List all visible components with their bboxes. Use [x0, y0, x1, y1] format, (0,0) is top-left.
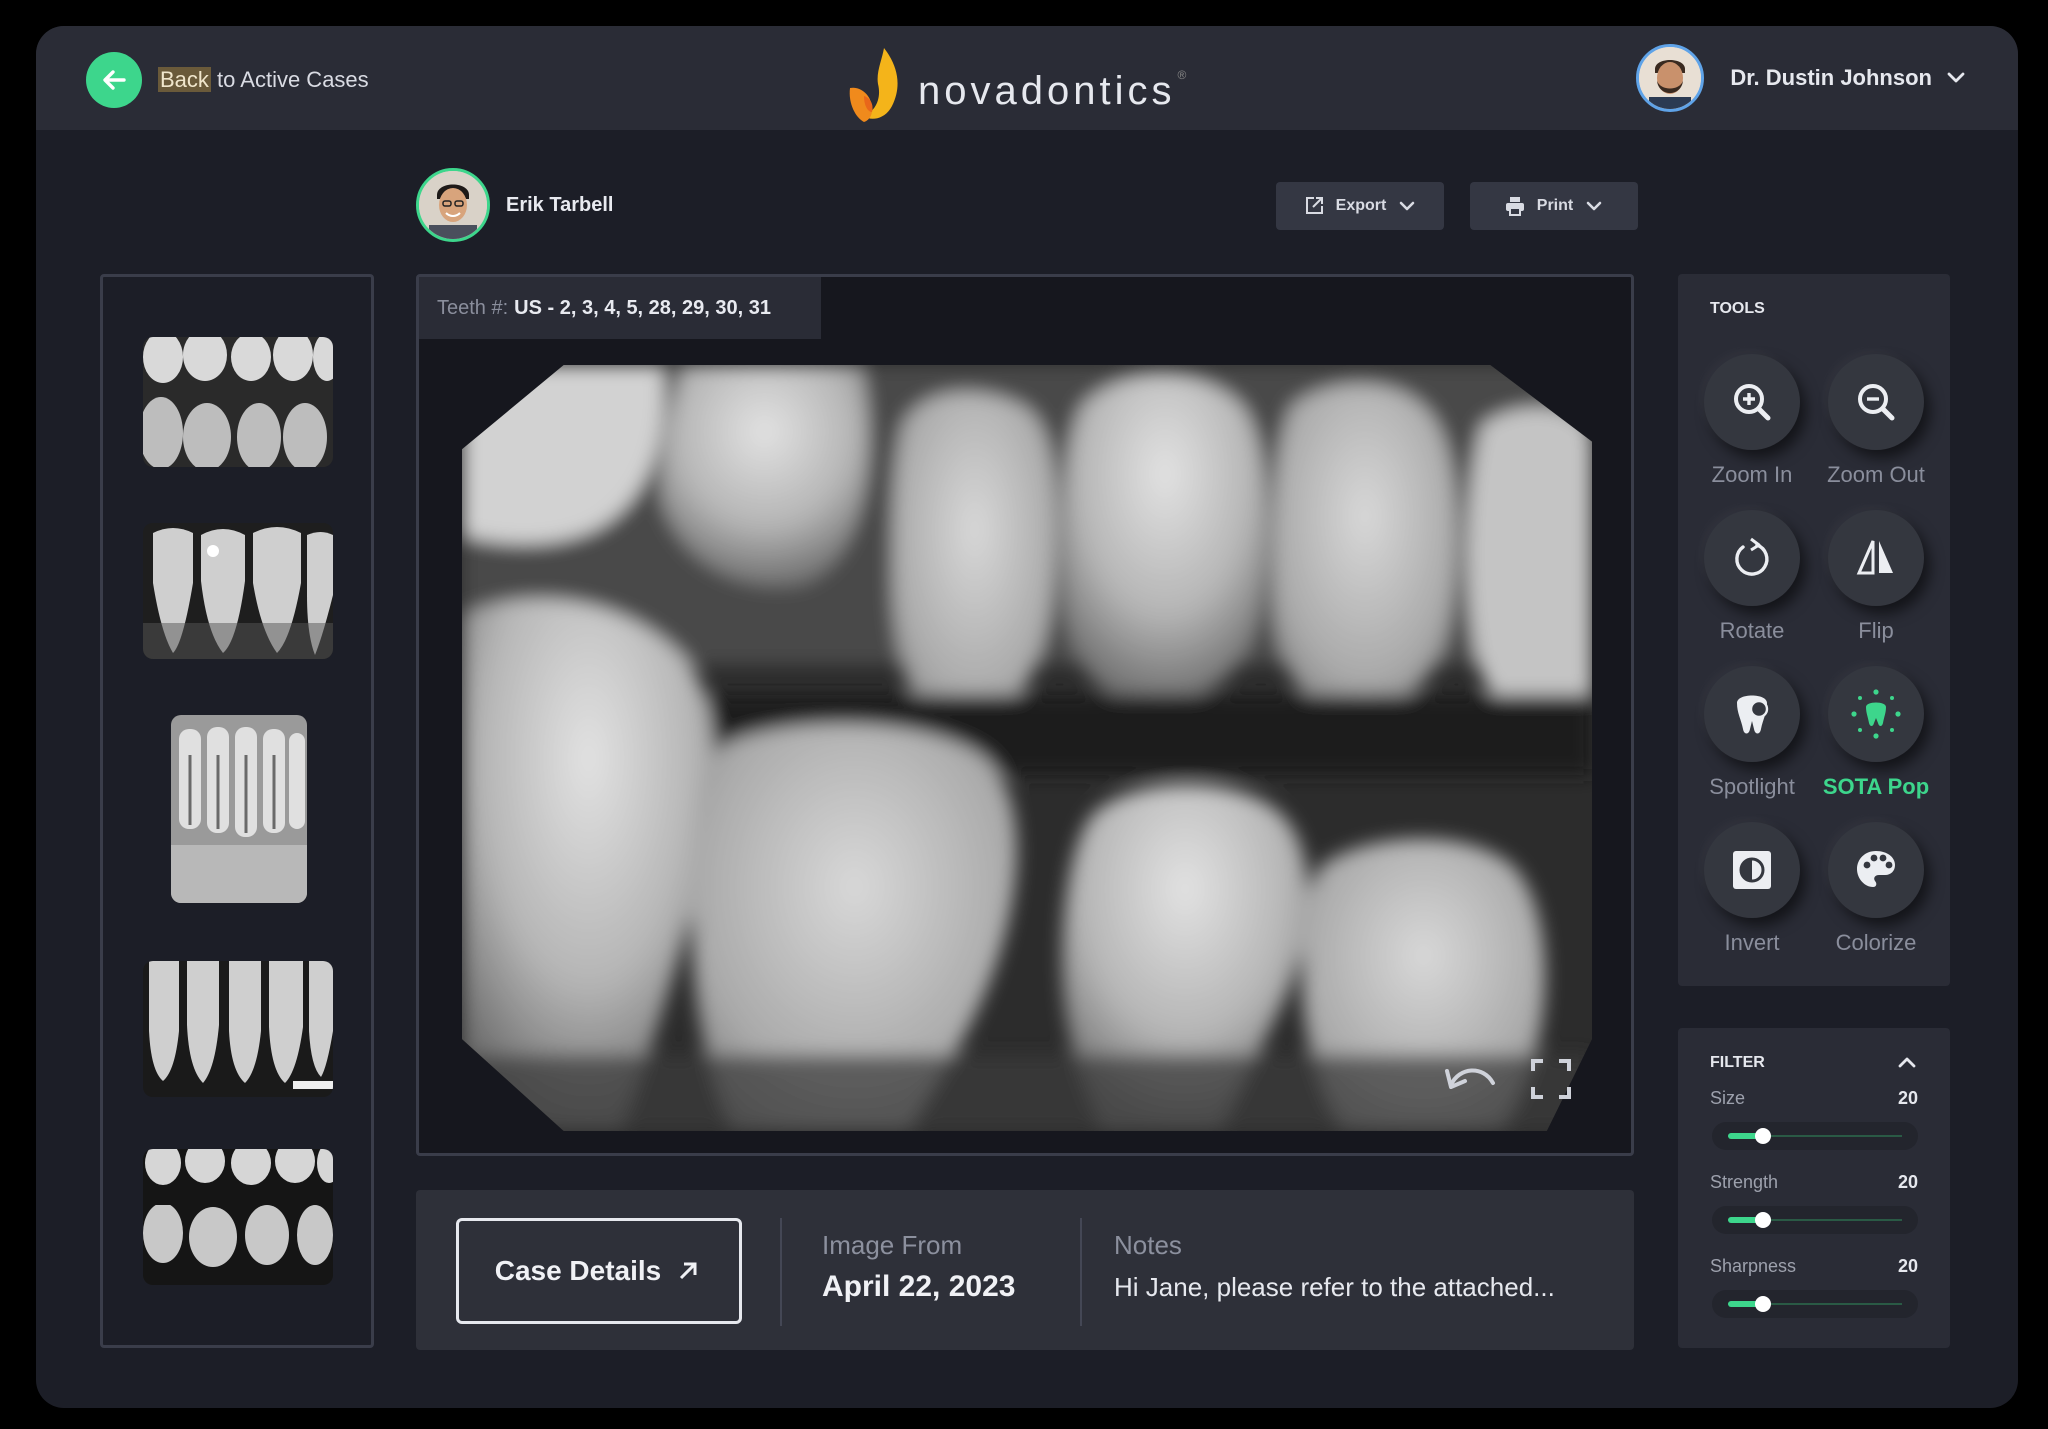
chevron-down-icon — [1400, 201, 1415, 211]
user-menu[interactable]: Dr. Dustin Johnson — [1636, 44, 1970, 112]
divider — [780, 1218, 782, 1326]
tools-panel: TOOLS Zoom In Zoom Out Rotate Flip Spotl… — [1678, 274, 1950, 986]
brand-name: novadontics — [918, 69, 1176, 113]
case-info-bar: Case Details Image From April 22, 2023 N… — [416, 1190, 1634, 1350]
sharpness-value: 20 — [1897, 1256, 1918, 1276]
zoom-in-icon — [1704, 354, 1800, 450]
invert-icon — [1704, 822, 1800, 918]
fullscreen-icon[interactable] — [1529, 1057, 1573, 1101]
slider-handle[interactable] — [1754, 1128, 1771, 1144]
flip-icon — [1828, 510, 1924, 606]
back-to-active-cases-link[interactable]: Back to Active Cases — [86, 52, 369, 108]
export-button[interactable]: Export — [1276, 182, 1444, 230]
image-from-label: Image From — [822, 1230, 963, 1260]
user-name: Dr. Dustin Johnson — [1730, 65, 1932, 90]
size-value: 20 — [1897, 1088, 1918, 1108]
case-details-label: Case Details — [494, 1255, 662, 1286]
teeth-numbers-tab: Teeth #: US - 2, 3, 4, 5, 28, 29, 30, 31 — [419, 277, 821, 339]
slider-handle[interactable] — [1754, 1212, 1771, 1228]
print-button[interactable]: Print — [1470, 182, 1638, 230]
top-bar: Back to Active Cases novadontics ® Dr. D… — [36, 26, 2018, 130]
zoom-in-label: Zoom In — [1711, 462, 1793, 487]
rotate-icon — [1704, 510, 1800, 606]
sota-pop-tool[interactable]: SOTA Pop — [1806, 666, 1929, 816]
zoom-out-icon — [1828, 354, 1924, 450]
chevron-down-icon — [1586, 201, 1602, 211]
size-slider[interactable] — [1712, 1122, 1918, 1150]
strength-label: Strength — [1710, 1172, 1779, 1192]
xray-viewer: Teeth #: US - 2, 3, 4, 5, 28, 29, 30, 31 — [416, 274, 1634, 1156]
size-label: Size — [1710, 1088, 1746, 1108]
colorize-tool[interactable]: Colorize — [1806, 822, 1926, 972]
divider — [1080, 1218, 1082, 1326]
xray-thumbnail-4[interactable] — [143, 961, 333, 1097]
xray-thumbnail-2[interactable] — [143, 523, 333, 659]
invert-label: Invert — [1724, 930, 1780, 955]
back-arrow-icon — [86, 52, 142, 108]
xray-thumbnail-3[interactable] — [171, 715, 307, 903]
patient-header: Erik Tarbell — [416, 168, 613, 242]
sota-pop-label: SOTA Pop — [1822, 774, 1930, 799]
notes-label: Notes — [1114, 1230, 1182, 1260]
zoom-out-tool[interactable]: Zoom Out — [1806, 354, 1926, 504]
sota-pop-icon — [1828, 666, 1924, 762]
filter-panel: FILTER Size 20 Strength 20 Sharpness 20 — [1678, 1028, 1950, 1348]
image-from-date: April 22, 2023 — [822, 1270, 1016, 1303]
export-label: Export — [1335, 197, 1387, 214]
external-arrow-icon — [680, 1262, 697, 1280]
back-label-prefix: Back — [158, 67, 211, 92]
undo-icon[interactable] — [1443, 1057, 1499, 1101]
patient-avatar — [416, 168, 490, 242]
filter-title: FILTER — [1710, 1054, 1765, 1071]
zoom-out-label: Zoom Out — [1827, 462, 1925, 487]
strength-slider[interactable] — [1712, 1206, 1918, 1234]
teeth-label: Teeth #: — [437, 296, 509, 319]
registered-mark: ® — [1177, 68, 1187, 82]
colorize-label: Colorize — [1835, 930, 1917, 955]
xray-image[interactable] — [462, 365, 1592, 1131]
strength-value: 20 — [1897, 1172, 1918, 1192]
app-window: Back to Active Cases novadontics ® Dr. D… — [36, 26, 2018, 1408]
notes-preview[interactable]: Hi Jane, please refer to the attached... — [1114, 1272, 1555, 1303]
teeth-value: US - 2, 3, 4, 5, 28, 29, 30, 31 — [514, 296, 771, 319]
spotlight-label: Spotlight — [1709, 774, 1795, 799]
rotate-tool[interactable]: Rotate — [1682, 510, 1802, 660]
invert-tool[interactable]: Invert — [1682, 822, 1802, 972]
palette-icon — [1828, 822, 1924, 918]
case-details-button[interactable]: Case Details — [456, 1218, 742, 1324]
slider-handle[interactable] — [1754, 1296, 1771, 1312]
export-icon — [1305, 197, 1323, 214]
rotate-label: Rotate — [1719, 618, 1785, 643]
spotlight-icon — [1704, 666, 1800, 762]
tools-title: TOOLS — [1710, 300, 1765, 317]
flame-logo-icon — [849, 48, 898, 122]
xray-thumbnail-5[interactable] — [143, 1149, 333, 1285]
xray-thumbnail-list — [100, 274, 374, 1348]
sharpness-label: Sharpness — [1710, 1256, 1797, 1276]
printer-icon — [1505, 197, 1524, 216]
spotlight-tool[interactable]: Spotlight — [1682, 666, 1802, 816]
zoom-in-tool[interactable]: Zoom In — [1682, 354, 1802, 504]
chevron-down-icon — [1947, 72, 1965, 83]
user-avatar — [1636, 44, 1705, 112]
flip-tool[interactable]: Flip — [1806, 510, 1926, 660]
print-label: Print — [1536, 197, 1574, 214]
chevron-up-icon[interactable] — [1894, 1050, 1920, 1076]
patient-name: Erik Tarbell — [506, 193, 614, 216]
sharpness-slider[interactable] — [1712, 1290, 1918, 1318]
xray-thumbnail-1[interactable] — [143, 337, 333, 467]
brand-logo: novadontics ® — [842, 28, 1186, 128]
back-label-suffix: to Active Cases — [210, 67, 369, 92]
flip-label: Flip — [1858, 618, 1894, 643]
